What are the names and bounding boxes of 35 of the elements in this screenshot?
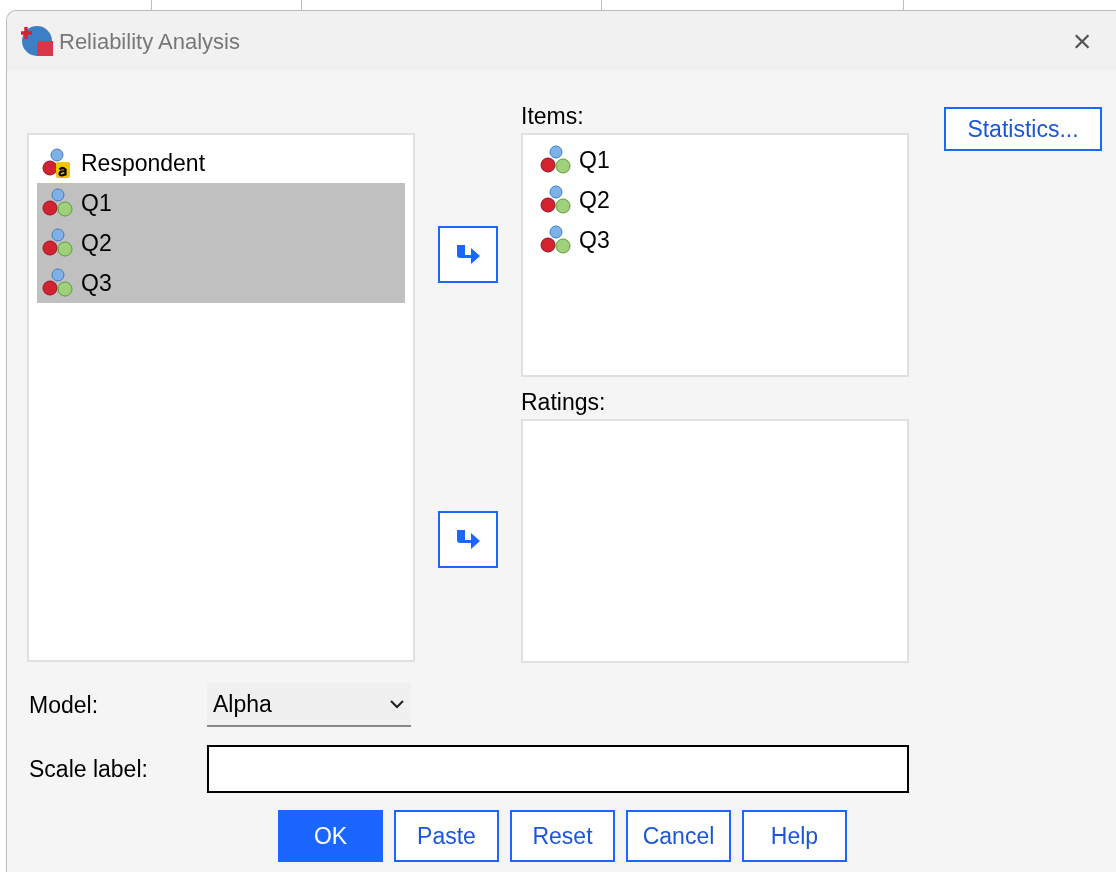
variable-icon <box>539 144 573 176</box>
move-button[interactable] <box>438 226 498 283</box>
scale-label-label: Scale label: <box>29 754 149 784</box>
variable-item[interactable]: Q2 <box>37 223 405 263</box>
variable-icon <box>539 184 573 216</box>
dialog-button[interactable]: Cancel <box>626 810 731 862</box>
variable-item[interactable]: Q2 <box>535 180 907 220</box>
items-label: Items: <box>521 102 585 131</box>
variable-icon <box>539 224 573 256</box>
items-list[interactable]: Q1 Q2 Q3 <box>521 133 909 377</box>
variable-icon <box>41 227 75 259</box>
window-title: Reliability Analysis <box>59 27 240 56</box>
arrow-icon <box>455 243 481 266</box>
arrow-icon <box>455 528 481 551</box>
statistics-button[interactable]: Statistics... <box>944 107 1102 151</box>
variable-item[interactable]: Respondent <box>37 143 405 183</box>
ratings-label: Ratings: <box>521 388 607 417</box>
variable-item[interactable]: Q3 <box>37 263 405 303</box>
dialog-button[interactable]: OK <box>278 810 383 862</box>
dialog-button[interactable]: Paste <box>394 810 499 862</box>
model-dropdown[interactable]: Alpha <box>207 683 411 727</box>
variable-item[interactable]: Q1 <box>535 140 907 180</box>
variable-item[interactable]: Q3 <box>535 220 907 260</box>
dialog-button[interactable]: Reset <box>510 810 615 862</box>
source-variable-list[interactable]: Respondent Q1 Q2 Q3 <box>27 133 415 662</box>
variable-icon <box>41 187 75 219</box>
scale-label-field[interactable] <box>207 745 909 793</box>
model-label: Model: <box>29 690 100 720</box>
chevron-down-icon <box>389 699 405 709</box>
app-icon <box>21 24 55 58</box>
variable-icon <box>41 267 75 299</box>
variable-item[interactable]: Q1 <box>37 183 405 223</box>
close-button[interactable]: × <box>1062 21 1102 61</box>
move-button[interactable] <box>438 511 498 568</box>
dialog-button[interactable]: Help <box>742 810 847 862</box>
